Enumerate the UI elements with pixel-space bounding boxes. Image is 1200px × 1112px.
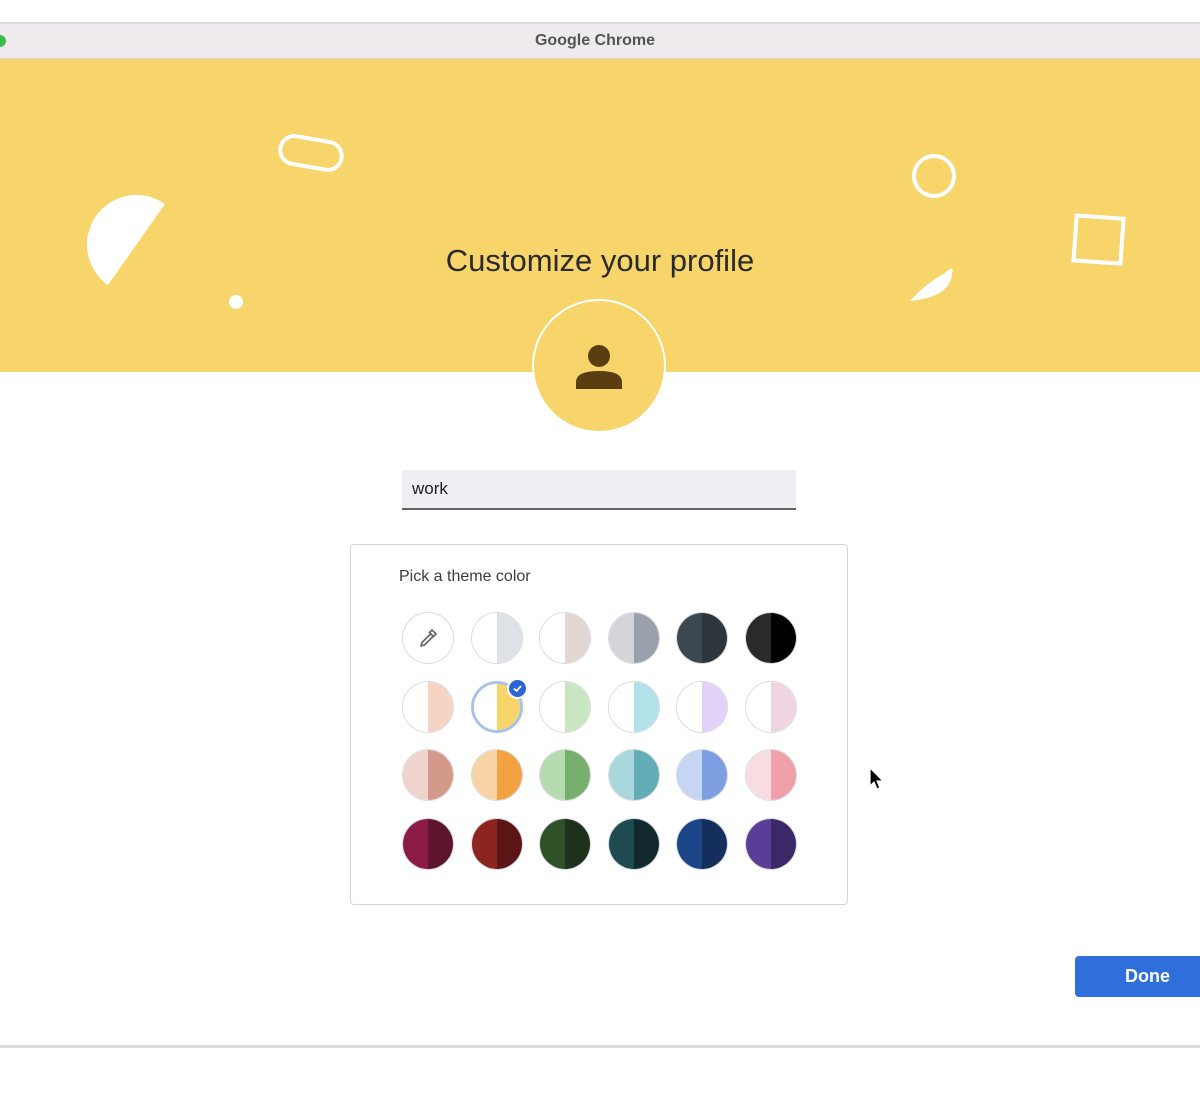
swatch-left-half (608, 818, 634, 869)
theme-color-swatch[interactable] (745, 749, 797, 801)
swatch-right-half (428, 681, 453, 732)
swatch-left-half (608, 750, 634, 800)
swatch-left-half (403, 681, 428, 732)
page-title: Customize your profile (445, 243, 755, 278)
theme-color-swatch[interactable] (539, 749, 592, 801)
swatch-left-half (608, 681, 634, 732)
swatch-left-half (471, 818, 497, 869)
theme-color-swatch[interactable] (745, 817, 797, 870)
swatch-left-half (677, 818, 703, 869)
dot-shape (229, 295, 243, 309)
theme-color-swatch[interactable] (676, 817, 729, 870)
swatch-right-half (565, 613, 591, 663)
ring-shape (912, 154, 956, 198)
swatch-left-half (540, 681, 566, 732)
pill-shape (278, 134, 344, 172)
swatch-left-half (677, 613, 703, 663)
swatch-right-half (428, 750, 453, 800)
swatch-left-half (677, 681, 703, 732)
swatch-right-half (565, 750, 591, 800)
theme-color-swatch[interactable] (676, 612, 729, 664)
theme-color-swatch[interactable] (745, 612, 797, 664)
swatch-right-half (771, 613, 796, 663)
theme-color-swatch[interactable] (539, 817, 592, 870)
swatch-right-half (496, 613, 522, 663)
custom-color-picker-button[interactable] (402, 612, 454, 664)
swatch-right-half (633, 750, 659, 800)
theme-color-swatch[interactable] (470, 749, 523, 801)
swatch-right-half (702, 613, 728, 663)
theme-color-swatch[interactable] (402, 680, 454, 733)
swatch-left-half (471, 750, 497, 800)
person-icon (576, 345, 622, 389)
swatch-left-half (473, 683, 497, 730)
swatch-right-half (428, 818, 453, 869)
swatch-left-half (746, 681, 771, 732)
swatch-right-half (771, 818, 796, 869)
swatch-right-half (496, 750, 522, 800)
swatch-right-half (633, 681, 659, 732)
swatch-left-half (608, 613, 634, 663)
theme-color-swatch[interactable] (607, 817, 660, 870)
swatch-left-half (677, 750, 703, 800)
swatch-left-half (403, 750, 428, 800)
theme-color-swatch[interactable] (676, 749, 729, 801)
theme-color-swatch[interactable] (607, 680, 660, 733)
swatch-left-half (746, 818, 771, 869)
theme-color-swatch[interactable] (539, 680, 592, 733)
profile-name-input[interactable] (402, 470, 796, 510)
swatch-left-half (540, 818, 566, 869)
swatch-left-half (403, 818, 428, 869)
theme-color-swatch[interactable] (676, 680, 729, 733)
title-bar: Google Chrome (0, 24, 1200, 59)
swatch-left-half (540, 613, 566, 663)
theme-color-swatch[interactable] (745, 680, 797, 733)
swatch-left-half (746, 750, 771, 800)
swatch-right-half (771, 681, 796, 732)
swatch-right-half (633, 613, 659, 663)
profile-avatar[interactable] (532, 299, 666, 433)
theme-color-swatch[interactable] (402, 817, 454, 870)
swatch-right-half (565, 681, 591, 732)
theme-picker-title: Pick a theme color (399, 568, 531, 585)
eyedropper-icon (420, 628, 438, 647)
checkmark-icon (506, 677, 528, 699)
theme-color-swatch[interactable] (470, 817, 523, 870)
mouse-cursor-icon (869, 767, 885, 790)
swatch-right-half (702, 750, 728, 800)
swatch-left-half (540, 750, 566, 800)
theme-color-swatch[interactable] (539, 612, 592, 664)
theme-color-swatch[interactable] (402, 749, 454, 801)
swatch-right-half (702, 681, 728, 732)
swatch-left-half (746, 613, 771, 663)
theme-color-swatch[interactable] (607, 749, 660, 801)
swatch-right-half (702, 818, 728, 869)
theme-color-swatch[interactable] (607, 612, 660, 664)
swatch-right-half (771, 750, 796, 800)
theme-color-swatch[interactable] (470, 612, 523, 664)
window-title: Google Chrome (534, 32, 655, 49)
swatch-right-half (565, 818, 591, 869)
chrome-window: Google Chrome Customize your profile Pic… (0, 22, 1200, 1048)
theme-color-picker: Pick a theme color (350, 544, 848, 905)
swatch-left-half (471, 613, 497, 663)
swatch-right-half (633, 818, 659, 869)
swatch-right-half (496, 818, 522, 869)
done-button[interactable]: Done (1075, 956, 1200, 997)
